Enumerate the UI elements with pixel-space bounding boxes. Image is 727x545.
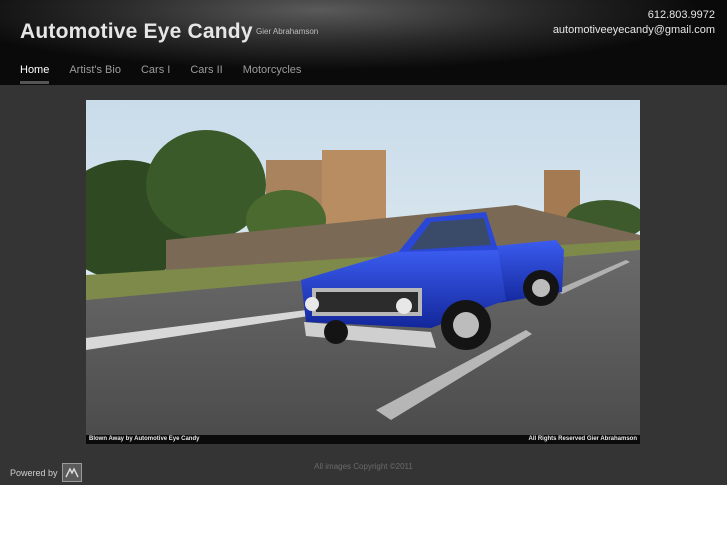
nav-item-motorcycles[interactable]: Motorcycles (243, 64, 302, 84)
site-title[interactable]: Automotive Eye Candy (20, 20, 253, 44)
hero-photo[interactable] (86, 100, 640, 444)
nav-item-home[interactable]: Home (20, 64, 50, 84)
photo-caption-right: All Rights Reserved Gier Abrahamson (528, 436, 637, 442)
nav-item-artists-bio[interactable]: Artist's Bio (69, 64, 121, 84)
nav-item-cars-i[interactable]: Cars I (141, 64, 170, 84)
main-content: Blown Away by Automotive Eye Candy All R… (0, 85, 727, 485)
copyright-text: All images Copyright ©2011 (314, 462, 413, 471)
contact-phone: 612.803.9972 (647, 9, 715, 21)
contact-email[interactable]: automotiveeyecandy@gmail.com (553, 24, 715, 36)
truck-photo-image (86, 100, 640, 444)
site-subtitle: Gier Abrahamson (256, 27, 319, 36)
photo-caption-left: Blown Away by Automotive Eye Candy (89, 436, 200, 442)
main-nav: Home Artist's Bio Cars I Cars II Motorcy… (20, 64, 321, 84)
photo-caption-bar: Blown Away by Automotive Eye Candy All R… (86, 435, 640, 444)
site-header: Automotive Eye Candy Gier Abrahamson 612… (0, 0, 727, 85)
nav-item-cars-ii[interactable]: Cars II (190, 64, 222, 84)
